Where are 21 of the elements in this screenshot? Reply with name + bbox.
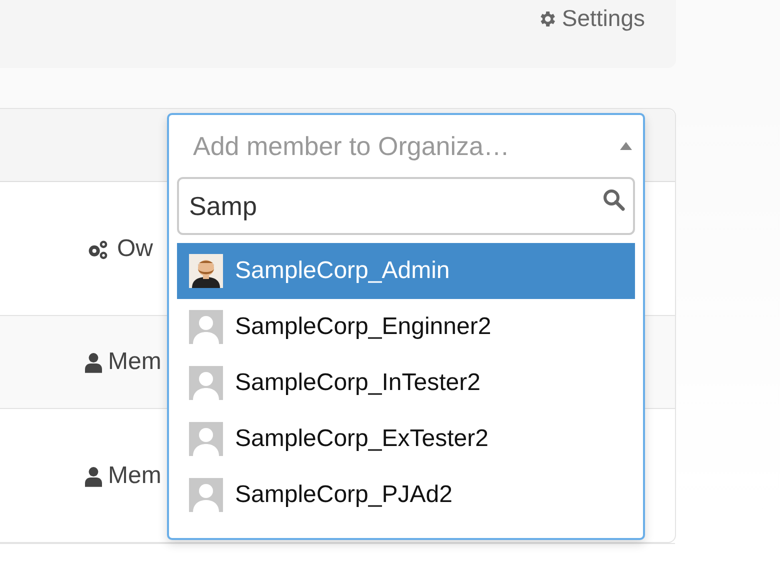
select-placeholder: Add member to Organiza… xyxy=(193,130,510,162)
settings-link[interactable]: Settings xyxy=(536,5,645,32)
search-field[interactable]: Samp xyxy=(177,177,635,235)
search-icon xyxy=(603,189,625,211)
member-select-dropdown[interactable]: Add member to Organiza… Samp SampleCorp_Admin SampleCorp_Enginner2 SampleCorp_InTester2 SampleCorp_ExTester2 SampleCorp_PJAd2 xyxy=(167,113,645,540)
role-label: Mem xyxy=(108,462,162,490)
avatar-icon xyxy=(189,310,223,344)
avatar-icon xyxy=(189,422,223,456)
avatar-icon xyxy=(189,254,223,288)
member-option[interactable]: SampleCorp_ExTester2 xyxy=(177,411,635,467)
member-option[interactable]: SampleCorp_Admin xyxy=(177,243,635,299)
member-option[interactable]: SampleCorp_Enginner2 xyxy=(177,299,635,355)
role-label: Mem xyxy=(108,348,162,376)
avatar-icon xyxy=(189,366,223,400)
avatar-icon xyxy=(189,478,223,512)
user-icon xyxy=(85,466,102,486)
member-option[interactable]: SampleCorp_InTester2 xyxy=(177,355,635,411)
user-icon xyxy=(85,352,102,372)
caret-up-icon xyxy=(620,142,632,150)
role-label: Ow xyxy=(117,234,153,262)
member-option[interactable]: SampleCorp_PJAd2 xyxy=(177,467,635,523)
